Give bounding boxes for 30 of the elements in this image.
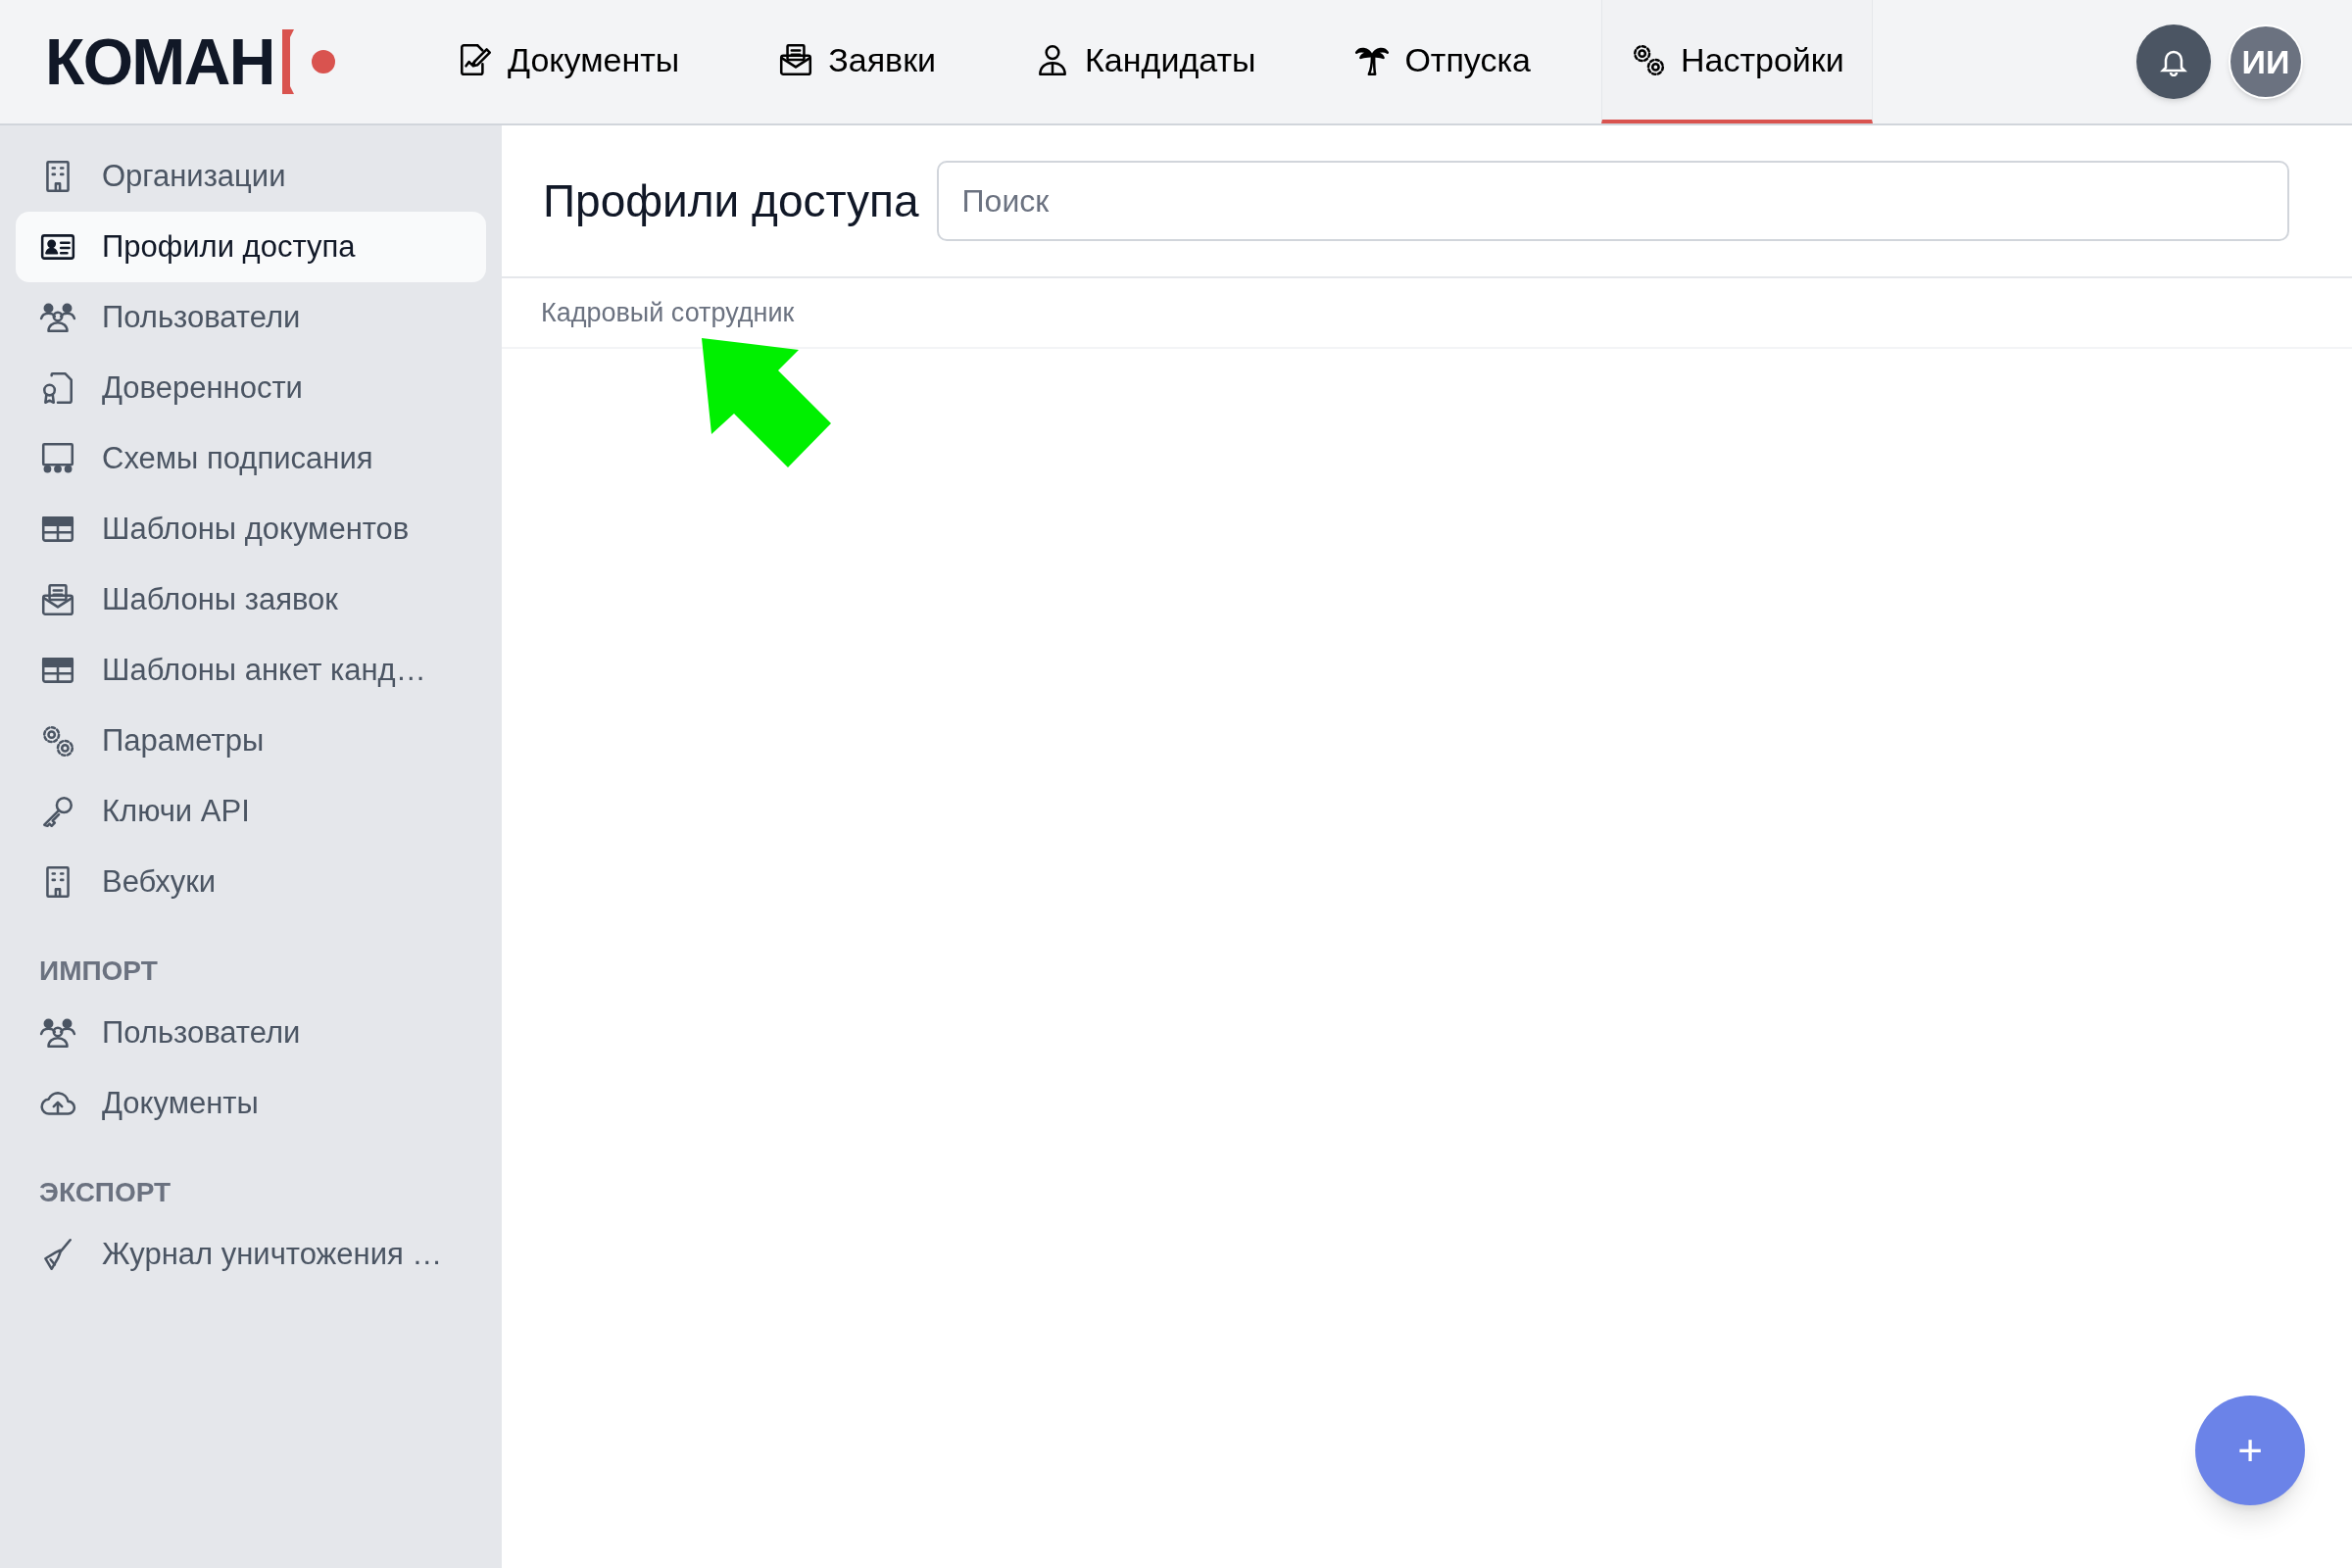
section-heading: ЭКСПОРТ (38, 1176, 172, 1209)
nav-tab[interactable]: Кандидаты (1006, 0, 1284, 123)
sidebar-item[interactable]: Пользователи (16, 282, 486, 353)
nav-tab[interactable]: Заявки (750, 0, 964, 123)
page-title: Профили доступа (543, 173, 919, 228)
sidebar-item[interactable]: Шаблоны документов (16, 494, 486, 564)
nav-tab[interactable]: Настройки (1601, 0, 1873, 123)
sidebar-item[interactable]: Пользователи (16, 998, 486, 1068)
sidebar-item[interactable]: Профили доступа (16, 212, 486, 282)
sidebar-item[interactable]: Ключи API (16, 776, 486, 847)
sidebar-item[interactable]: Шаблоны заявок (16, 564, 486, 635)
sidebar-item[interactable]: Доверенности (16, 353, 486, 423)
sidebar-item[interactable]: Шаблоны анкет канд… (16, 635, 486, 706)
sidebar-item[interactable]: Схемы подписания (16, 423, 486, 494)
logo-text: КОМАН (45, 29, 274, 94)
nav-tab[interactable]: Отпуска (1326, 0, 1558, 123)
user-avatar[interactable]: ИИ (2229, 24, 2303, 99)
nav-tab[interactable]: Документы (429, 0, 708, 123)
section-heading: ИМПОРТ (38, 955, 158, 988)
sidebar-item[interactable]: Организации (16, 141, 486, 212)
logo-mark-icon (279, 29, 337, 94)
search-field[interactable]: Поиск (936, 161, 2289, 241)
sidebar-item[interactable]: Параметры (16, 706, 486, 776)
sidebar-item[interactable]: Журнал уничтожения … (16, 1219, 486, 1290)
profile-name[interactable]: Кадровый сотрудник (541, 292, 795, 333)
add-button[interactable]: + (2195, 1396, 2305, 1505)
sidebar-item[interactable]: Документы (16, 1068, 486, 1139)
notifications-button[interactable] (2136, 24, 2211, 99)
envelope-icon (39, 581, 76, 618)
sidebar-item[interactable]: Вебхуки (16, 847, 486, 917)
